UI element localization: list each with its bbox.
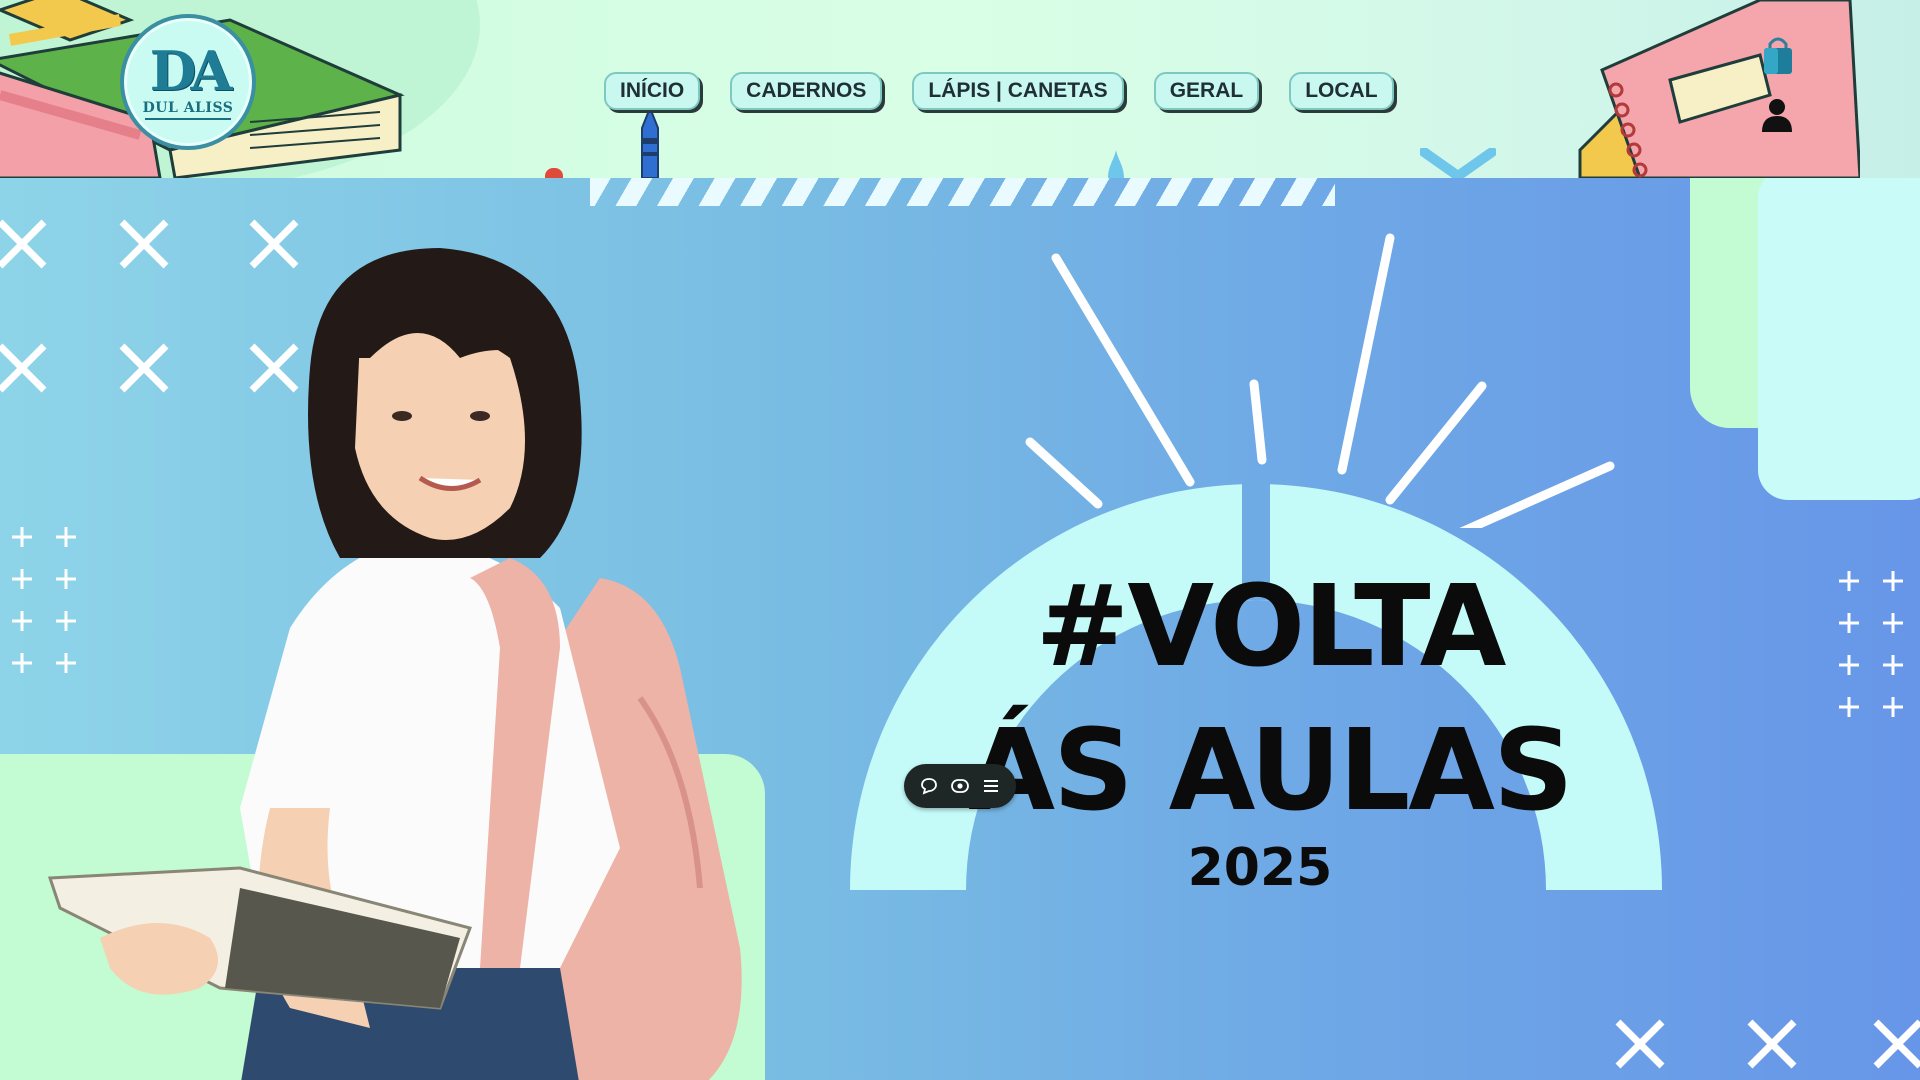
preview-icon[interactable] xyxy=(949,775,971,797)
plus-decoration-icon xyxy=(12,611,32,631)
hero-banner: #VOLTA ÁS AULAS 2025 xyxy=(0,178,1920,1080)
plus-decoration-icon xyxy=(1883,655,1903,675)
plus-decoration-icon xyxy=(1883,613,1903,633)
decoration-cyan-block xyxy=(1758,178,1920,500)
plus-decoration-icon xyxy=(1883,697,1903,717)
hero-year: 2025 xyxy=(1187,838,1333,898)
site-header: DA DUL ALISS INÍCIO CADERNOS LÁPIS | CAN… xyxy=(0,0,1920,178)
plus-decoration-icon xyxy=(1839,571,1859,591)
headline-line-2: ÁS AULAS xyxy=(968,706,1573,836)
plus-decoration-icon xyxy=(1839,655,1859,675)
plus-decoration-icon xyxy=(12,653,32,673)
nav-geral[interactable]: GERAL xyxy=(1153,72,1260,110)
x-decoration-icon xyxy=(1873,1019,1920,1069)
brand-logo[interactable]: DA DUL ALISS xyxy=(120,14,256,150)
sunburst-rays xyxy=(1025,233,1615,528)
floating-toolbar xyxy=(904,764,1016,808)
crayon-illustration xyxy=(641,108,659,178)
decoration-red-shape xyxy=(545,168,563,178)
headline-line-1: #VOLTA xyxy=(1035,562,1507,692)
nav-cadernos[interactable]: CADERNOS xyxy=(730,72,883,110)
comment-icon[interactable] xyxy=(918,775,940,797)
hero-headline: #VOLTA ÁS AULAS xyxy=(960,558,1580,846)
plus-decoration-icon xyxy=(12,527,32,547)
shopping-bag-icon[interactable] xyxy=(1762,36,1794,76)
logo-mark: DA xyxy=(149,39,233,103)
logo-text: DUL ALISS xyxy=(142,100,234,116)
nav-local[interactable]: LOCAL xyxy=(1289,72,1394,110)
logo-underline xyxy=(145,118,231,120)
drop-illustration xyxy=(1108,150,1124,178)
plus-decoration-icon xyxy=(1839,613,1859,633)
nav-lapis-canetas[interactable]: LÁPIS | CANETAS xyxy=(912,72,1124,110)
plus-decoration-icon xyxy=(1839,697,1859,717)
x-decoration-icon xyxy=(1615,1019,1665,1069)
student-photo xyxy=(47,248,742,1080)
menu-icon[interactable] xyxy=(980,775,1002,797)
plus-decoration-icon xyxy=(12,569,32,589)
main-navigation: INÍCIO CADERNOS LÁPIS | CANETAS GERAL LO… xyxy=(604,72,1394,110)
user-icon[interactable] xyxy=(1762,98,1792,132)
x-decoration-icon xyxy=(1747,1019,1797,1069)
notebook-illustration xyxy=(1578,0,1860,178)
chevron-decoration xyxy=(1420,148,1496,178)
plus-decoration-icon xyxy=(1883,571,1903,591)
nav-inicio[interactable]: INÍCIO xyxy=(604,72,701,110)
